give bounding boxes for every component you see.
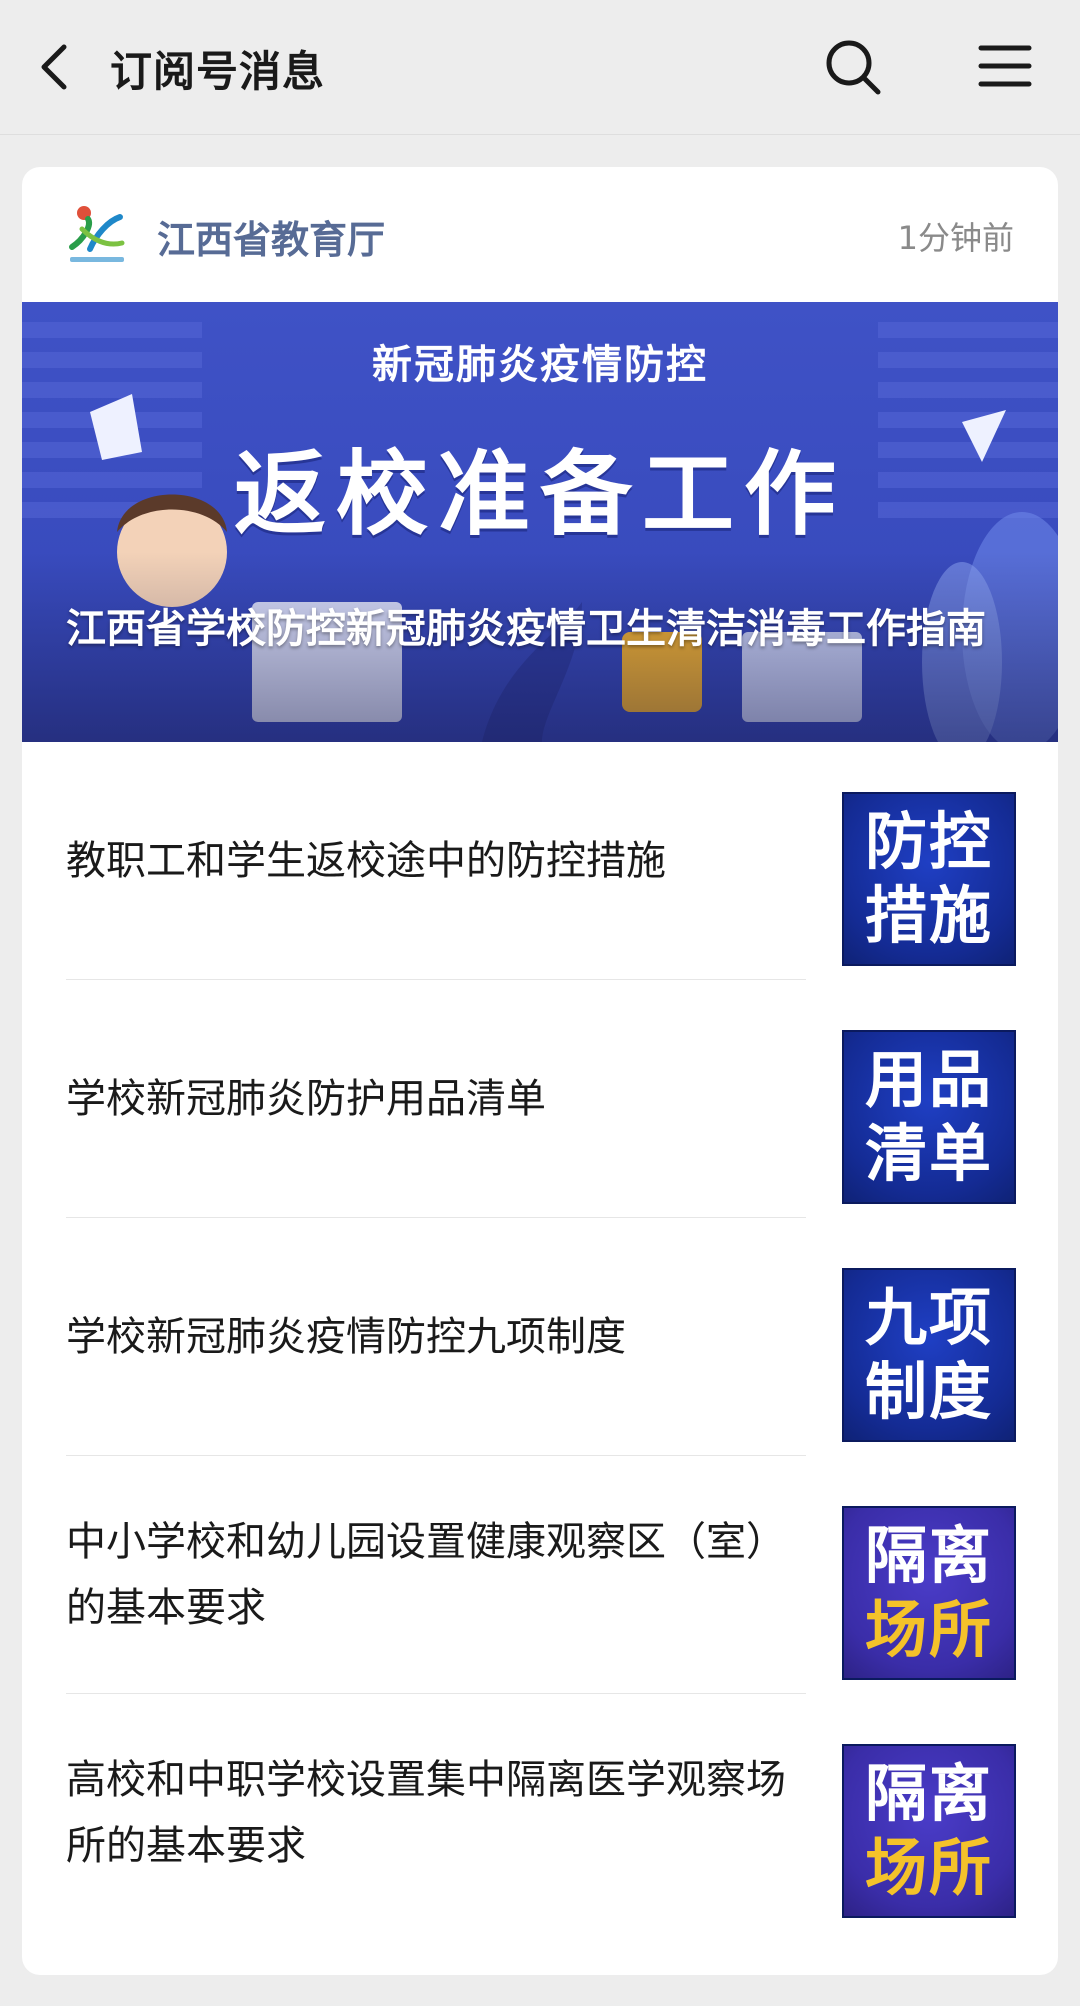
article-item[interactable]: 教职工和学生返校途中的防控措施 防控 措施	[22, 742, 1058, 980]
account-logo-icon[interactable]	[62, 199, 132, 269]
article-thumbnail[interactable]: 隔离 场所	[842, 1506, 1016, 1680]
back-arrow-icon[interactable]	[28, 37, 88, 97]
article-item[interactable]: 学校新冠肺炎防护用品清单 用品 清单	[22, 980, 1058, 1218]
article-item[interactable]: 高校和中职学校设置集中隔离医学观察场所的基本要求 隔离 场所	[22, 1694, 1058, 1932]
headline-title[interactable]: 江西省学校防控新冠肺炎疫情卫生清洁消毒工作指南	[66, 597, 1026, 661]
account-name[interactable]: 江西省教育厅	[157, 209, 385, 264]
headline-banner[interactable]: 新冠肺炎疫情防控 返校准备工作 江西省学校防控新冠肺炎疫情卫生清洁消毒工作指南	[22, 302, 1058, 742]
message-card: 江西省教育厅 1分钟前 新冠肺炎疫情防控 返校准备工作 江西省学校防控新冠肺炎疫…	[22, 167, 1058, 1975]
article-list: 教职工和学生返校途中的防控措施 防控 措施 学校新冠肺炎防护用品清单 用品 清单…	[22, 742, 1058, 1932]
article-title[interactable]: 教职工和学生返校途中的防控措施	[66, 742, 806, 980]
article-item[interactable]: 中小学校和幼儿园设置健康观察区（室）的基本要求 隔离 场所	[22, 1456, 1058, 1694]
article-title[interactable]: 学校新冠肺炎防护用品清单	[66, 980, 806, 1218]
article-thumbnail[interactable]: 九项 制度	[842, 1268, 1016, 1442]
search-icon[interactable]	[822, 36, 884, 98]
top-bar: 订阅号消息	[0, 0, 1080, 135]
page-title: 订阅号消息	[110, 47, 326, 96]
article-title[interactable]: 高校和中职学校设置集中隔离医学观察场所的基本要求	[66, 1694, 806, 1932]
banner-main-text: 返校准备工作	[233, 441, 846, 548]
menu-icon[interactable]	[975, 36, 1035, 96]
article-title[interactable]: 学校新冠肺炎疫情防控九项制度	[66, 1218, 806, 1456]
banner-subtitle: 新冠肺炎疫情防控	[372, 342, 708, 388]
article-thumbnail[interactable]: 隔离 场所	[842, 1744, 1016, 1918]
card-header: 江西省教育厅 1分钟前	[22, 167, 1058, 301]
article-title[interactable]: 中小学校和幼儿园设置健康观察区（室）的基本要求	[66, 1456, 806, 1694]
article-thumbnail[interactable]: 用品 清单	[842, 1030, 1016, 1204]
article-thumbnail[interactable]: 防控 措施	[842, 792, 1016, 966]
article-item[interactable]: 学校新冠肺炎疫情防控九项制度 九项 制度	[22, 1218, 1058, 1456]
post-time: 1分钟前	[897, 219, 1014, 257]
